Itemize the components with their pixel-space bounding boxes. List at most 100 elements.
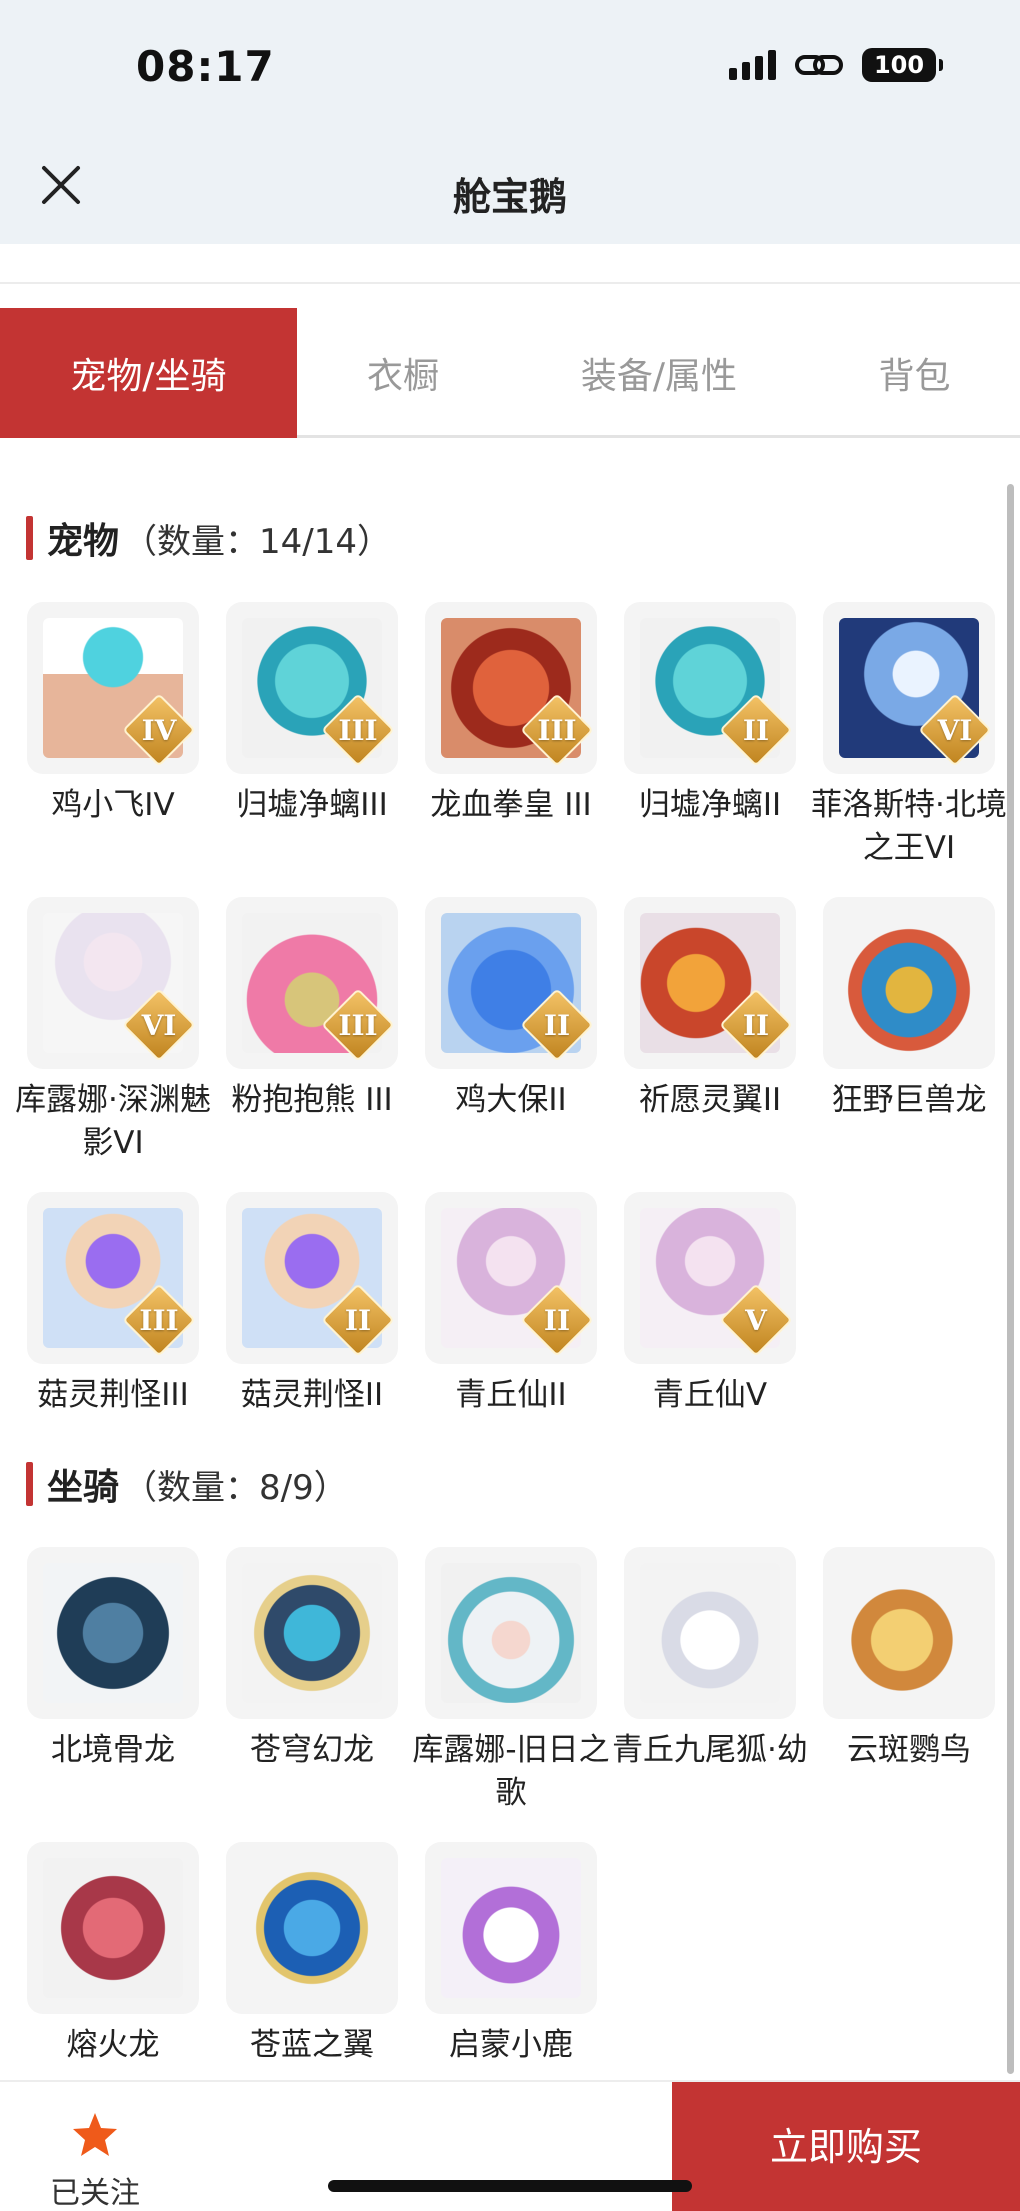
follow-button[interactable]: 已关注 — [40, 2110, 150, 2211]
mounts-section-title: 坐骑 — [47, 1467, 120, 1508]
pet-name: 鸡小飞IV — [51, 787, 175, 823]
pet-item[interactable]: II 菇灵荆怪II — [226, 1192, 398, 1417]
mount-portrait — [441, 1858, 581, 1998]
mount-portrait — [43, 1858, 183, 1998]
link-icon — [795, 55, 843, 75]
pet-thumbnail[interactable]: III — [226, 897, 398, 1069]
pet-item[interactable]: II 青丘仙II — [425, 1192, 597, 1417]
star-icon — [73, 2113, 117, 2156]
mount-item[interactable]: 青丘九尾狐·幼 — [612, 1547, 808, 1815]
mount-portrait — [242, 1563, 382, 1703]
status-icons: 100 — [729, 48, 943, 82]
page-title: 舱宝鹅 — [452, 175, 567, 219]
pet-item[interactable]: III 龙血拳皇 III — [425, 602, 597, 870]
tab-wardrobe[interactable]: 衣橱 — [297, 308, 509, 438]
pet-item[interactable]: III 粉抱抱熊 III — [226, 897, 398, 1165]
mount-item[interactable]: 苍蓝之翼 — [226, 1842, 398, 2067]
buy-now-button[interactable]: 立即购买 — [672, 2082, 1020, 2211]
tab-pets-mounts[interactable]: 宠物/坐骑 — [0, 308, 297, 438]
mount-thumbnail[interactable] — [226, 1842, 398, 2014]
home-indicator — [328, 2180, 692, 2192]
pet-thumbnail[interactable]: VI — [27, 897, 199, 1069]
mount-item[interactable]: 苍穹幻龙 — [226, 1547, 398, 1815]
mount-item[interactable]: 熔火龙 — [27, 1842, 199, 2067]
pet-item[interactable]: 狂野巨兽龙 — [823, 897, 995, 1165]
pet-item[interactable]: V 青丘仙V — [624, 1192, 796, 1417]
signal-icon — [729, 50, 776, 80]
pet-thumbnail[interactable]: III — [425, 602, 597, 774]
tier-badge-label: IV — [141, 713, 177, 747]
pet-item[interactable]: II 归墟净螭II — [624, 602, 796, 870]
header: 08:17 100 舱宝鹅 — [0, 0, 1020, 244]
tab-equipment[interactable]: 装备/属性 — [509, 308, 809, 438]
tier-badge-label: II — [543, 1303, 571, 1337]
pet-thumbnail[interactable]: II — [226, 1192, 398, 1364]
mount-thumbnail[interactable] — [425, 1842, 597, 2014]
pet-thumbnail[interactable]: II — [425, 1192, 597, 1364]
pets-grid: IV 鸡小飞IV III 归墟净螭III III 龙血拳皇 III II 归墟净螭II VI 菲洛… — [15, 602, 1007, 1417]
pet-name: 龙血拳皇 III — [430, 787, 592, 823]
mount-thumbnail[interactable] — [27, 1842, 199, 2014]
pet-item[interactable]: II 祈愿灵翼II — [624, 897, 796, 1165]
mount-name: 青丘九尾狐·幼 — [612, 1732, 808, 1768]
page: 08:17 100 舱宝鹅 宠物/坐骑 衣橱 装备/属性 背包 宠物 （数量：1… — [0, 0, 1020, 2211]
tier-badge-label: VI — [141, 1008, 177, 1042]
pet-name: 菇灵荆怪II — [240, 1377, 384, 1413]
pets-section-title: 宠物 — [47, 521, 120, 562]
battery-icon: 100 — [862, 48, 943, 82]
mount-name: 熔火龙 — [66, 2027, 160, 2063]
pet-name: 粉抱抱熊 III — [231, 1082, 393, 1118]
mount-thumbnail[interactable] — [425, 1547, 597, 1719]
follow-label: 已关注 — [50, 2176, 140, 2211]
mount-item[interactable]: 北境骨龙 — [27, 1547, 199, 1815]
mount-item[interactable]: 启蒙小鹿 — [425, 1842, 597, 2067]
pet-thumbnail[interactable]: II — [624, 897, 796, 1069]
mount-thumbnail[interactable] — [823, 1547, 995, 1719]
mount-name: 库露娜-旧日之歌 — [412, 1732, 610, 1811]
pet-item[interactable]: III 归墟净螭III — [226, 602, 398, 870]
pet-portrait — [839, 913, 979, 1053]
mount-thumbnail[interactable] — [624, 1547, 796, 1719]
pet-item[interactable]: IV 鸡小飞IV — [27, 602, 199, 870]
section-accent-bar — [26, 516, 33, 560]
mount-thumbnail[interactable] — [27, 1547, 199, 1719]
tier-badge-label: II — [742, 713, 770, 747]
mount-thumbnail[interactable] — [226, 1547, 398, 1719]
pet-name: 归墟净螭II — [638, 787, 782, 823]
pet-name: 青丘仙V — [652, 1377, 768, 1413]
tier-badge-label: III — [537, 713, 577, 747]
pet-thumbnail[interactable] — [823, 897, 995, 1069]
pet-thumbnail[interactable]: V — [624, 1192, 796, 1364]
pet-item[interactable]: VI 菲洛斯特·北境之王VI — [811, 602, 1007, 870]
pet-item[interactable]: III 菇灵荆怪III — [27, 1192, 199, 1417]
pet-item[interactable]: VI 库露娜·深渊魅影VI — [15, 897, 211, 1165]
pet-thumbnail[interactable]: II — [624, 602, 796, 774]
tab-backpack[interactable]: 背包 — [809, 308, 1020, 438]
mount-name: 北境骨龙 — [51, 1732, 175, 1768]
pet-thumbnail[interactable]: IV — [27, 602, 199, 774]
mount-portrait — [839, 1563, 979, 1703]
pet-item[interactable]: II 鸡大保II — [425, 897, 597, 1165]
mounts-grid: 北境骨龙 苍穹幻龙 库露娜-旧日之歌 青丘九尾狐·幼 云斑鹦鸟熔火龙 苍蓝之翼 启蒙小鹿 — [27, 1547, 995, 2067]
mount-item[interactable]: 库露娜-旧日之歌 — [412, 1547, 610, 1815]
tier-badge-label: III — [139, 1303, 179, 1337]
clipped-stats-row — [0, 244, 1020, 284]
pet-name: 菲洛斯特·北境之王VI — [811, 787, 1007, 866]
tab-bar: 宠物/坐骑 衣橱 装备/属性 背包 — [0, 308, 1020, 438]
tier-badge-label: III — [338, 1008, 378, 1042]
mounts-section-count: （数量：8/9） — [123, 1467, 348, 1508]
mounts-section-header: 坐骑 （数量：8/9） — [26, 1458, 348, 1510]
pet-thumbnail[interactable]: II — [425, 897, 597, 1069]
mount-item[interactable]: 云斑鹦鸟 — [823, 1547, 995, 1815]
mount-portrait — [640, 1563, 780, 1703]
scrollbar[interactable] — [1007, 484, 1014, 2074]
tier-badge-label: II — [742, 1008, 770, 1042]
tier-badge-label: II — [344, 1303, 372, 1337]
pet-name: 菇灵荆怪III — [37, 1377, 189, 1413]
pet-thumbnail[interactable]: III — [226, 602, 398, 774]
pets-section-count: （数量：14/14） — [123, 521, 391, 562]
pet-thumbnail[interactable]: VI — [823, 602, 995, 774]
mount-name: 苍蓝之翼 — [250, 2027, 374, 2063]
pet-name: 归墟净螭III — [236, 787, 388, 823]
pet-thumbnail[interactable]: III — [27, 1192, 199, 1364]
